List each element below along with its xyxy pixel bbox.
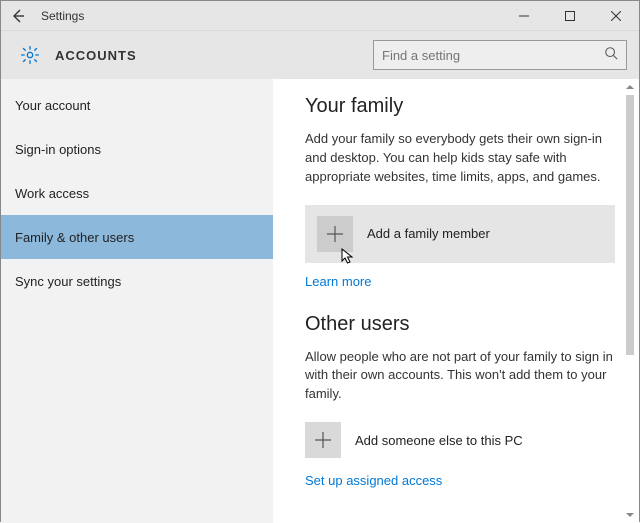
add-someone-else-label: Add someone else to this PC [355, 433, 523, 448]
add-family-member-label: Add a family member [367, 226, 490, 241]
gear-icon [19, 44, 41, 66]
sidebar-item-work-access[interactable]: Work access [1, 171, 273, 215]
minimize-icon [519, 11, 529, 21]
close-icon [611, 11, 621, 21]
header: ACCOUNTS [1, 31, 639, 79]
window-title: Settings [35, 9, 84, 23]
sidebar: Your account Sign-in options Work access… [1, 79, 273, 523]
titlebar: Settings [1, 1, 639, 31]
content-pane: Your family Add your family so everybody… [273, 79, 639, 523]
add-family-member-button[interactable]: Add a family member [305, 205, 615, 263]
sidebar-item-label: Work access [15, 186, 89, 201]
sidebar-item-label: Your account [15, 98, 90, 113]
other-users-heading: Other users [305, 313, 615, 336]
back-button[interactable] [1, 1, 35, 31]
close-button[interactable] [593, 1, 639, 31]
assigned-access-link[interactable]: Set up assigned access [305, 473, 442, 488]
family-description: Add your family so everybody gets their … [305, 130, 615, 187]
family-heading: Your family [305, 95, 615, 118]
search-input[interactable] [382, 48, 604, 63]
scroll-track[interactable] [623, 95, 637, 507]
other-users-description: Allow people who are not part of your fa… [305, 348, 615, 405]
sidebar-item-label: Sign-in options [15, 142, 101, 157]
cursor-icon [341, 248, 355, 271]
scrollbar[interactable] [623, 79, 637, 523]
arrow-left-icon [10, 8, 26, 24]
section-title: ACCOUNTS [41, 48, 137, 63]
plus-icon [305, 422, 341, 458]
sidebar-item-label: Family & other users [15, 230, 134, 245]
sidebar-item-label: Sync your settings [15, 274, 121, 289]
add-someone-else-button[interactable]: Add someone else to this PC [305, 422, 615, 458]
search-box[interactable] [373, 40, 627, 70]
sidebar-item-your-account[interactable]: Your account [1, 83, 273, 127]
scroll-thumb[interactable] [626, 95, 634, 355]
learn-more-link[interactable]: Learn more [305, 274, 371, 289]
plus-icon [317, 216, 353, 252]
scroll-up-button[interactable] [623, 79, 637, 95]
minimize-button[interactable] [501, 1, 547, 31]
scroll-down-button[interactable] [623, 507, 637, 523]
maximize-icon [565, 11, 575, 21]
sidebar-item-sign-in-options[interactable]: Sign-in options [1, 127, 273, 171]
sidebar-item-family-other-users[interactable]: Family & other users [1, 215, 273, 259]
sidebar-item-sync-your-settings[interactable]: Sync your settings [1, 259, 273, 303]
search-icon [604, 46, 618, 65]
maximize-button[interactable] [547, 1, 593, 31]
